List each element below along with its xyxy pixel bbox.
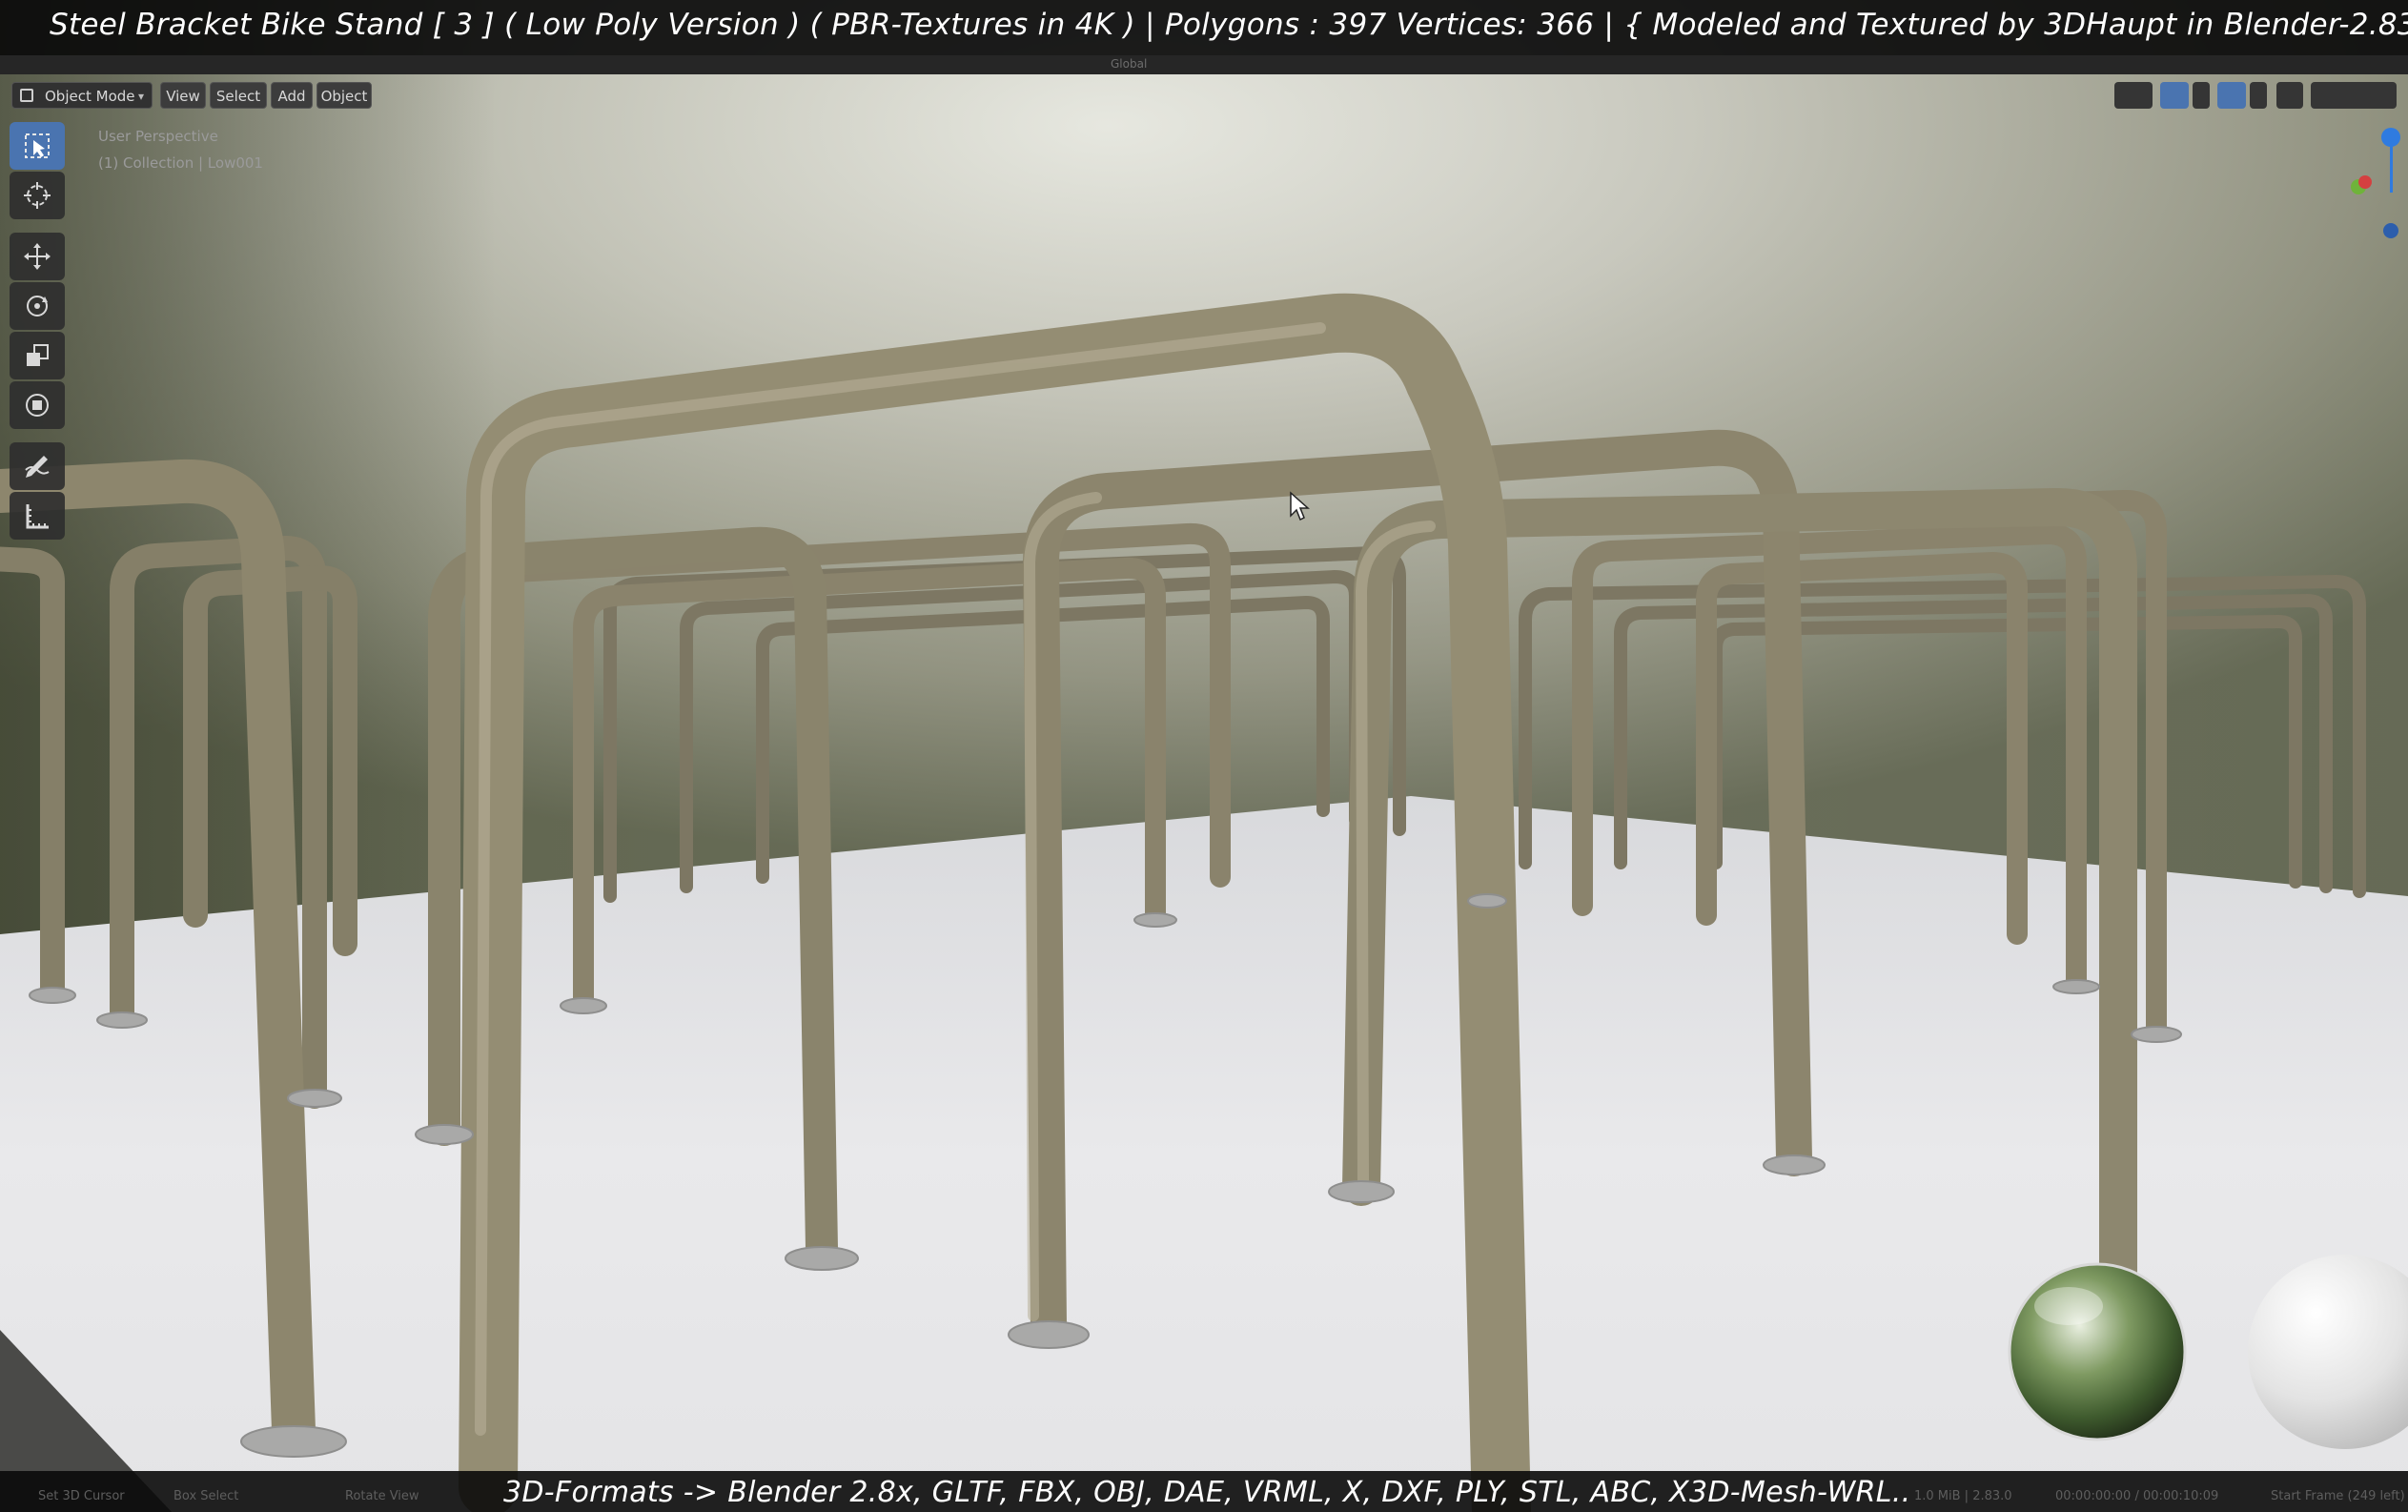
gizmo-toggle-icon[interactable]: [2160, 82, 2189, 109]
title-overlay: Steel Bracket Bike Stand [ 3 ] ( Low Pol…: [0, 0, 2408, 55]
object-mode-dropdown[interactable]: Object Mode ▾: [11, 82, 153, 109]
status-time: 00:00:00:00 / 00:00:10:09: [2055, 1489, 2219, 1503]
gizmo-x-axis-icon[interactable]: [2358, 175, 2372, 189]
cursor-tool[interactable]: [10, 172, 65, 219]
title-overlay-text: Steel Bracket Bike Stand [ 3 ] ( Low Pol…: [50, 8, 2408, 42]
shading-mode-buttons[interactable]: [2311, 82, 2397, 109]
measure-tool[interactable]: [10, 492, 65, 540]
menu-object[interactable]: Object: [316, 82, 372, 109]
menu-select[interactable]: Select: [210, 82, 267, 109]
collection-label: (1) Collection | Low001: [98, 154, 263, 172]
status-box-select: Box Select: [173, 1489, 239, 1503]
move-icon: [24, 243, 51, 270]
chevron-down-icon: ▾: [137, 90, 144, 103]
visibility-icon[interactable]: [2114, 82, 2153, 109]
status-set-cursor: Set 3D Cursor: [38, 1489, 125, 1503]
navigation-gizmo[interactable]: [2345, 122, 2408, 246]
menu-view[interactable]: View: [160, 82, 206, 109]
rotate-tool[interactable]: [10, 282, 65, 330]
scale-icon: [27, 344, 49, 366]
tool-settings-bar: [0, 55, 2408, 74]
mouse-pointer-icon: [1290, 491, 1310, 521]
status-rotate-view: Rotate View: [345, 1489, 419, 1503]
scale-tool[interactable]: [10, 332, 65, 379]
status-memory: 1.0 MiB | 2.83.0: [1914, 1489, 2012, 1503]
object-mode-label: Object Mode: [45, 88, 135, 105]
select-box-tool[interactable]: [10, 122, 65, 170]
menu-add[interactable]: Add: [271, 82, 313, 109]
xray-toggle-icon[interactable]: [2276, 82, 2303, 109]
3d-viewport[interactable]: Steel Bracket Bike Stand [ 3 ] ( Low Pol…: [0, 0, 2408, 1512]
select-box-icon: [25, 133, 50, 158]
formats-overlay-text: 3D-Formats -> Blender 2.8x, GLTF, FBX, O…: [503, 1476, 1911, 1509]
view-perspective-label: User Perspective: [98, 128, 218, 145]
gizmo-z-axis-icon[interactable]: [2381, 128, 2400, 147]
chevron-down-icon[interactable]: [2193, 82, 2210, 109]
cursor-icon: [24, 182, 51, 209]
transform-tool[interactable]: [10, 381, 65, 429]
rotate-icon: [27, 296, 48, 317]
annotate-tool[interactable]: [10, 442, 65, 490]
move-tool[interactable]: [10, 233, 65, 280]
chevron-down-icon[interactable]: [2250, 82, 2267, 109]
viewport-scene: [0, 0, 2408, 1512]
annotate-icon: [25, 456, 50, 478]
overlay-toggle-icon[interactable]: [2217, 82, 2246, 109]
transform-icon: [26, 394, 49, 417]
transform-orientation-label[interactable]: Global: [1111, 57, 1147, 72]
measure-icon: [26, 504, 49, 529]
gizmo-neg-z-icon[interactable]: [2383, 223, 2398, 238]
object-mode-icon: [20, 89, 33, 102]
status-start-frame: Start Frame (249 left): [2271, 1489, 2405, 1503]
